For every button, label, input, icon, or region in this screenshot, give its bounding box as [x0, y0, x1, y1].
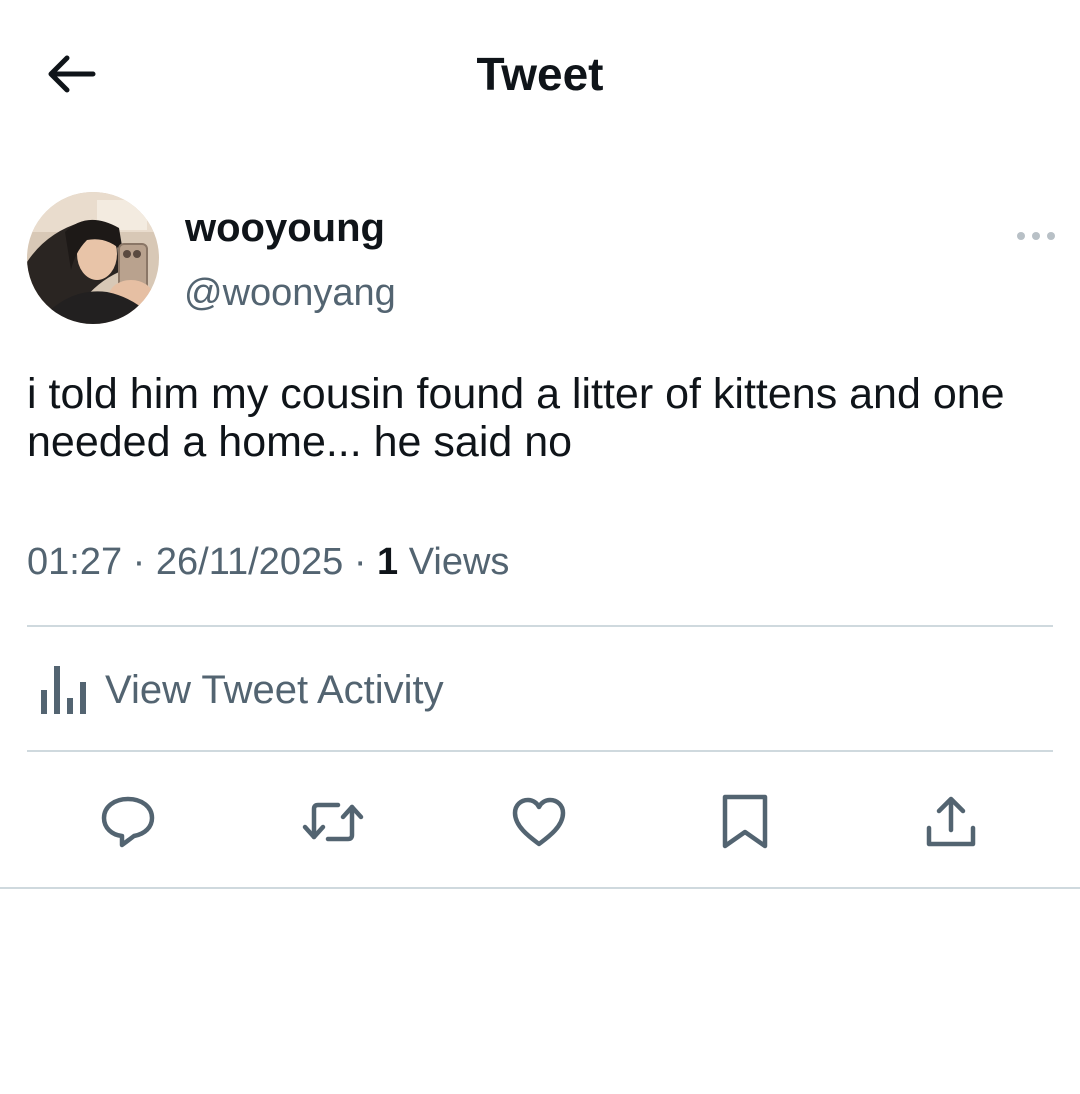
- meta-separator: ·: [132, 541, 146, 583]
- display-name[interactable]: wooyoung: [185, 203, 385, 253]
- user-handle[interactable]: @woonyang: [184, 268, 396, 318]
- more-horizontal-icon: [1017, 232, 1055, 240]
- more-options-button[interactable]: [1008, 218, 1064, 254]
- divider: [27, 625, 1053, 627]
- bookmark-icon: [722, 794, 768, 849]
- view-tweet-activity-button[interactable]: View Tweet Activity: [27, 640, 1053, 740]
- meta-separator: ·: [353, 541, 367, 583]
- like-button[interactable]: [504, 790, 574, 854]
- views-label: Views: [408, 541, 510, 583]
- reply-icon: [101, 796, 155, 848]
- share-button[interactable]: [916, 790, 986, 854]
- tweet-date[interactable]: 26/11/2025: [156, 541, 343, 583]
- bookmark-button[interactable]: [710, 790, 780, 854]
- views-count: 1: [377, 541, 399, 583]
- tweet-meta: 01:27 · 26/11/2025 · 1 Views: [27, 538, 509, 586]
- profile-photo: [27, 192, 159, 324]
- avatar[interactable]: [27, 192, 159, 324]
- top-bar: Tweet: [0, 0, 1080, 150]
- activity-label: View Tweet Activity: [105, 668, 444, 712]
- bottom-divider: [0, 887, 1080, 889]
- reply-button[interactable]: [93, 790, 163, 854]
- heart-icon: [512, 797, 566, 847]
- tweet-time[interactable]: 01:27: [27, 541, 122, 583]
- tweet-text: i told him my cousin found a litter of k…: [27, 370, 1005, 466]
- retweet-icon: [302, 802, 364, 842]
- bar-chart-icon: [33, 660, 93, 720]
- share-icon: [926, 796, 976, 847]
- page-title: Tweet: [476, 48, 604, 100]
- divider: [27, 750, 1053, 752]
- retweet-button[interactable]: [298, 790, 368, 854]
